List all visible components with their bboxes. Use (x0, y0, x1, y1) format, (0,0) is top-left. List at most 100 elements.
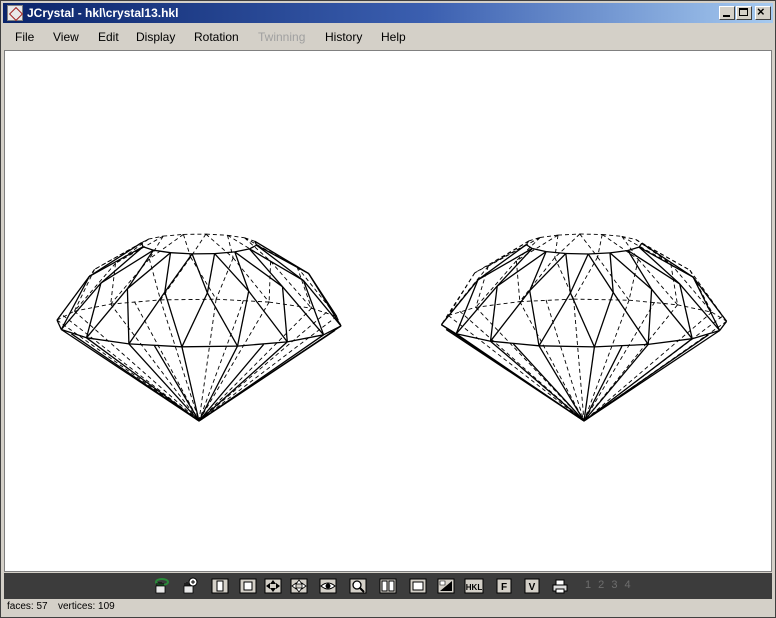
close-button[interactable]: × (755, 4, 771, 20)
crystal-edge (593, 292, 614, 348)
crystal-edge (647, 289, 653, 345)
square-button[interactable] (238, 576, 258, 596)
crystal-edge (227, 235, 234, 259)
crystal-edge (529, 290, 540, 346)
crystal-edge (583, 300, 630, 422)
crystal-edge (191, 253, 209, 294)
window-title: JCrystal - hkl\crystal13.hkl (27, 6, 179, 20)
crystal-edge (587, 253, 614, 293)
crystal-edge (565, 253, 572, 293)
crystal-edge (198, 307, 312, 422)
hkl-button[interactable]: HKL (464, 576, 484, 596)
crystal-edge (565, 252, 589, 255)
crystal-edge (588, 252, 611, 255)
crystal-edge (569, 253, 589, 294)
hkl-icon: HKL (464, 578, 484, 594)
move-button[interactable] (263, 576, 283, 596)
crystal-edge (448, 315, 585, 422)
shading-button[interactable] (436, 576, 456, 596)
move-arrows-icon (264, 578, 282, 594)
crystal-edge (110, 258, 150, 305)
eye-icon (319, 578, 337, 594)
crystal-edge (198, 311, 327, 422)
minimize-button[interactable] (719, 6, 735, 20)
crystal-edge (205, 233, 234, 259)
crystal-edge (557, 233, 580, 236)
crystal-edge (153, 345, 200, 422)
magnifier-button[interactable] (348, 576, 368, 596)
page-selector[interactable]: 1 2 3 4 (585, 579, 633, 591)
crystal-edge (128, 343, 200, 422)
close-icon: × (757, 4, 765, 19)
crystal-edge (206, 292, 239, 347)
rotate-hand-button[interactable] (151, 576, 171, 596)
rotate-hand-icon (155, 578, 169, 594)
crystal-edge (206, 253, 216, 294)
menu-twinning: Twinning (258, 30, 306, 44)
menu-file[interactable]: File (15, 30, 34, 44)
crystal-edge (475, 265, 489, 308)
title-bar[interactable]: JCrystal - hkl\crystal13.hkl × (3, 3, 773, 23)
menu-edit[interactable]: Edit (98, 30, 119, 44)
crystal-edge (692, 276, 728, 322)
crystal-edge (538, 345, 595, 348)
crystal-edge (459, 310, 585, 422)
maximize-button[interactable] (736, 6, 752, 20)
crystal-edge (538, 345, 585, 422)
crystal-viewport[interactable] (4, 50, 772, 572)
crystal-edge (677, 304, 712, 313)
crystal-edge (181, 292, 208, 348)
crystal-edge (142, 246, 154, 251)
crystal-edge (198, 316, 337, 422)
crystal-edge (256, 244, 304, 282)
menu-rotation[interactable]: Rotation (194, 30, 239, 44)
crystal-edge (269, 301, 312, 309)
menu-help[interactable]: Help (381, 30, 406, 44)
app-icon[interactable] (7, 5, 23, 21)
crystal-edge (110, 263, 116, 305)
crystal-edge (128, 291, 166, 345)
vertices-icon: V (524, 578, 540, 594)
stereo-icon (379, 578, 397, 594)
crystal-edge (583, 304, 678, 422)
crystal-edge (583, 311, 713, 422)
crystal-edge (163, 233, 184, 237)
crystal-edge (148, 235, 164, 260)
frame-button[interactable] (210, 576, 230, 596)
crystal-edge (515, 260, 521, 302)
crystal-edge (160, 256, 191, 301)
box-button[interactable] (408, 576, 428, 596)
faces-button[interactable]: F (494, 576, 514, 596)
print-icon (552, 579, 568, 594)
crystal-edge (198, 345, 239, 422)
crystal-edge (302, 280, 342, 327)
print-button[interactable] (550, 576, 570, 596)
crystal-edge (519, 257, 556, 302)
zoom-hand-icon (183, 577, 198, 594)
move-arrows-alt-icon (290, 578, 308, 594)
menu-view[interactable]: View (53, 30, 79, 44)
menu-display[interactable]: Display (136, 30, 175, 44)
crystal-edge (489, 290, 531, 342)
eye-button[interactable] (318, 576, 338, 596)
faces-count: faces: 57 (7, 601, 48, 612)
frame-icon (211, 578, 229, 594)
crystal-left (56, 233, 342, 422)
crystal-edge (308, 273, 342, 327)
menu-bar: File View Edit Display Rotation Twinning… (3, 26, 773, 48)
crystal-edge (475, 306, 585, 422)
shading-icon (437, 578, 455, 594)
menu-history[interactable]: History (325, 30, 362, 44)
move-alt-button[interactable] (289, 576, 309, 596)
crystal-edge (692, 329, 720, 340)
crystal-edge (74, 310, 200, 422)
zoom-hand-button[interactable] (180, 576, 200, 596)
crystal-right (440, 233, 728, 422)
crystal-edge (609, 252, 653, 290)
app-window: JCrystal - hkl\crystal13.hkl × File View… (0, 0, 776, 618)
crystal-edge (248, 290, 288, 343)
crystal-edge (181, 345, 238, 348)
vertices-button[interactable]: V (522, 576, 542, 596)
stereo-button[interactable] (378, 576, 398, 596)
crystal-edge (126, 252, 171, 290)
